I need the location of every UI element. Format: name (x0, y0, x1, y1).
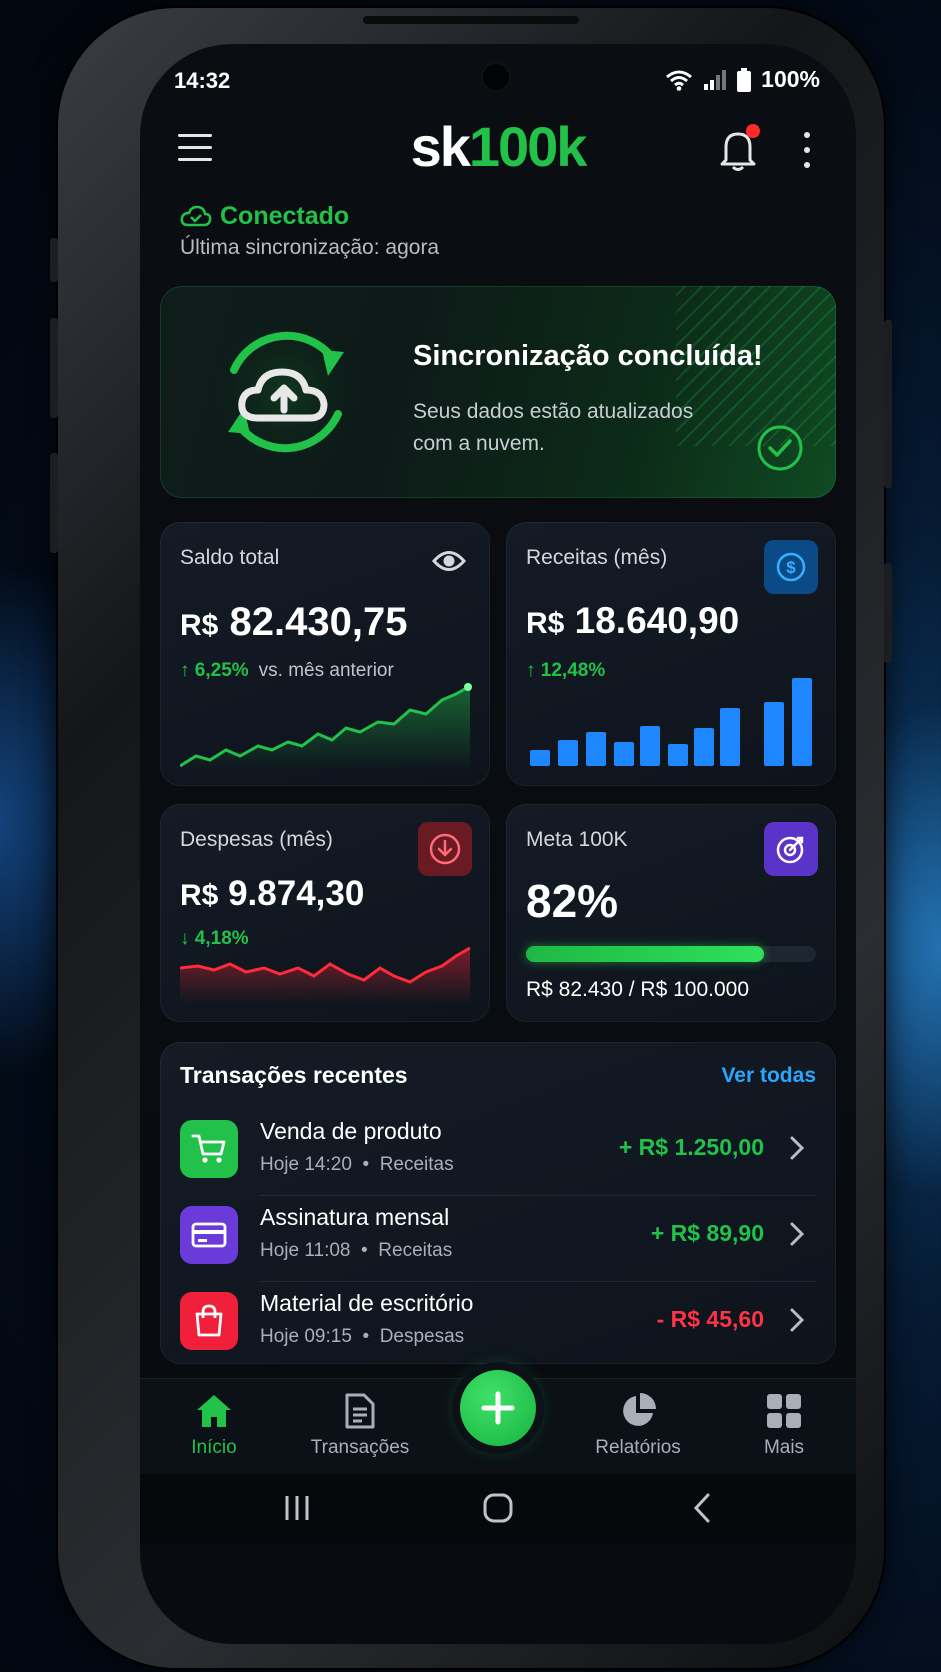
dollar-icon: $ (764, 540, 818, 594)
nav-home[interactable]: Início (154, 1389, 274, 1459)
wifi-icon (666, 70, 693, 91)
transaction-amount: + R$ 1.250,00 (618, 1134, 764, 1160)
battery-level: 100% (761, 66, 820, 92)
sync-banner: Sincronização concluída! Seus dados estã… (160, 286, 836, 498)
transaction-name: Assinatura mensal (260, 1204, 450, 1230)
goal-card[interactable]: Meta 100K 82% R$ 82.430 / R$ 100.000 (506, 804, 836, 1022)
connection-status: Conectado (180, 202, 349, 231)
notification-badge (746, 124, 760, 138)
nav-more[interactable]: Mais (724, 1389, 844, 1459)
card-icon (180, 1206, 238, 1264)
expenses-sparkline (180, 946, 471, 1004)
cart-icon (180, 1120, 238, 1178)
phone-frame: 14:32 100% sk100k Conectado Última sincr… (50, 8, 892, 1668)
goal-percent: 82% (526, 875, 619, 927)
svg-text:$: $ (786, 558, 796, 577)
goal-progress-fill (526, 946, 764, 962)
banner-text: Seus dados estão atualizados com a nuvem… (413, 400, 694, 455)
back-icon[interactable] (690, 1492, 714, 1524)
transaction-meta: Hoje 09:15 • Despesas (260, 1326, 465, 1347)
balance-label: Saldo total (180, 546, 280, 569)
plus-icon (481, 1391, 515, 1425)
app-logo: sk100k (410, 115, 588, 178)
expenses-value: R$ 9.874,30 (180, 874, 365, 913)
transaction-row[interactable]: Assinatura mensal Hoje 11:08 • Receitas … (160, 1196, 836, 1282)
bag-icon (180, 1292, 238, 1350)
income-bar-chart (530, 678, 812, 766)
cloud-sync-icon (206, 312, 366, 472)
transaction-meta: Hoje 14:20 • Receitas (260, 1154, 454, 1175)
system-navigation-bar (140, 1474, 856, 1544)
transaction-meta: Hoje 11:08 • Receitas (260, 1240, 453, 1261)
recent-apps-icon[interactable] (282, 1494, 312, 1522)
nav-transactions[interactable]: Transações (300, 1389, 420, 1459)
goal-progress-track (526, 946, 816, 962)
balance-change: ↑ 6,25% vs. mês anterior (180, 660, 394, 681)
check-circle-icon (757, 425, 803, 471)
front-camera (483, 64, 509, 90)
eye-icon[interactable] (432, 550, 466, 572)
pie-chart-icon (623, 1393, 656, 1426)
expenses-card[interactable]: Despesas (mês) R$ 9.874,30 ↓ 4,18% (160, 804, 490, 1022)
arrow-down-circle-icon (418, 822, 472, 876)
nav-reports[interactable]: Relatórios (578, 1389, 698, 1459)
see-all-link[interactable]: Ver todas (721, 1064, 816, 1088)
chevron-right-icon (790, 1308, 805, 1332)
goal-label: Meta 100K (526, 828, 628, 851)
more-options-icon[interactable] (802, 132, 812, 168)
notification-bell-icon[interactable] (718, 124, 760, 172)
chevron-right-icon (790, 1136, 805, 1160)
target-icon (764, 822, 818, 876)
banner-title: Sincronização concluída! (413, 340, 763, 372)
transaction-row[interactable]: Venda de produto Hoje 14:20 • Receitas +… (160, 1110, 836, 1196)
transaction-amount: + R$ 89,90 (650, 1220, 764, 1246)
home-button-icon[interactable] (482, 1492, 514, 1524)
goal-detail: R$ 82.430 / R$ 100.000 (526, 978, 750, 1001)
balance-card[interactable]: Saldo total R$ 82.430,75 ↑ 6,25% vs. mês … (160, 522, 490, 786)
grid-icon (767, 1394, 801, 1428)
transaction-name: Material de escritório (260, 1290, 474, 1316)
connection-label: Conectado (220, 202, 350, 230)
app-screen: 14:32 100% sk100k Conectado Última sincr… (140, 44, 856, 1644)
status-icons: 100% (665, 66, 820, 93)
transaction-name: Venda de produto (260, 1118, 442, 1144)
income-card[interactable]: Receitas (mês) $ R$ 18.640,90 ↑ 12,48% (506, 522, 836, 786)
expenses-label: Despesas (mês) (180, 828, 333, 851)
income-label: Receitas (mês) (526, 546, 668, 569)
signal-icon (704, 69, 727, 90)
battery-icon (737, 67, 752, 92)
last-sync-text: Última sincronização: agora (180, 236, 440, 259)
transactions-title: Transações recentes (180, 1062, 408, 1088)
balance-sparkline (180, 683, 472, 770)
transaction-row[interactable]: Material de escritório Hoje 09:15 • Desp… (160, 1282, 836, 1368)
menu-icon[interactable] (178, 134, 212, 164)
balance-value: R$ 82.430,75 (180, 600, 408, 644)
chevron-right-icon (790, 1222, 805, 1246)
income-value: R$ 18.640,90 (526, 600, 740, 641)
transaction-amount: - R$ 45,60 (656, 1306, 764, 1332)
cloud-check-icon (180, 205, 212, 226)
recent-transactions: Transações recentes Ver todas Venda de p… (160, 1042, 836, 1364)
add-transaction-button[interactable] (460, 1370, 536, 1446)
home-icon (197, 1395, 231, 1427)
document-icon (345, 1393, 375, 1429)
status-time: 14:32 (174, 68, 231, 93)
